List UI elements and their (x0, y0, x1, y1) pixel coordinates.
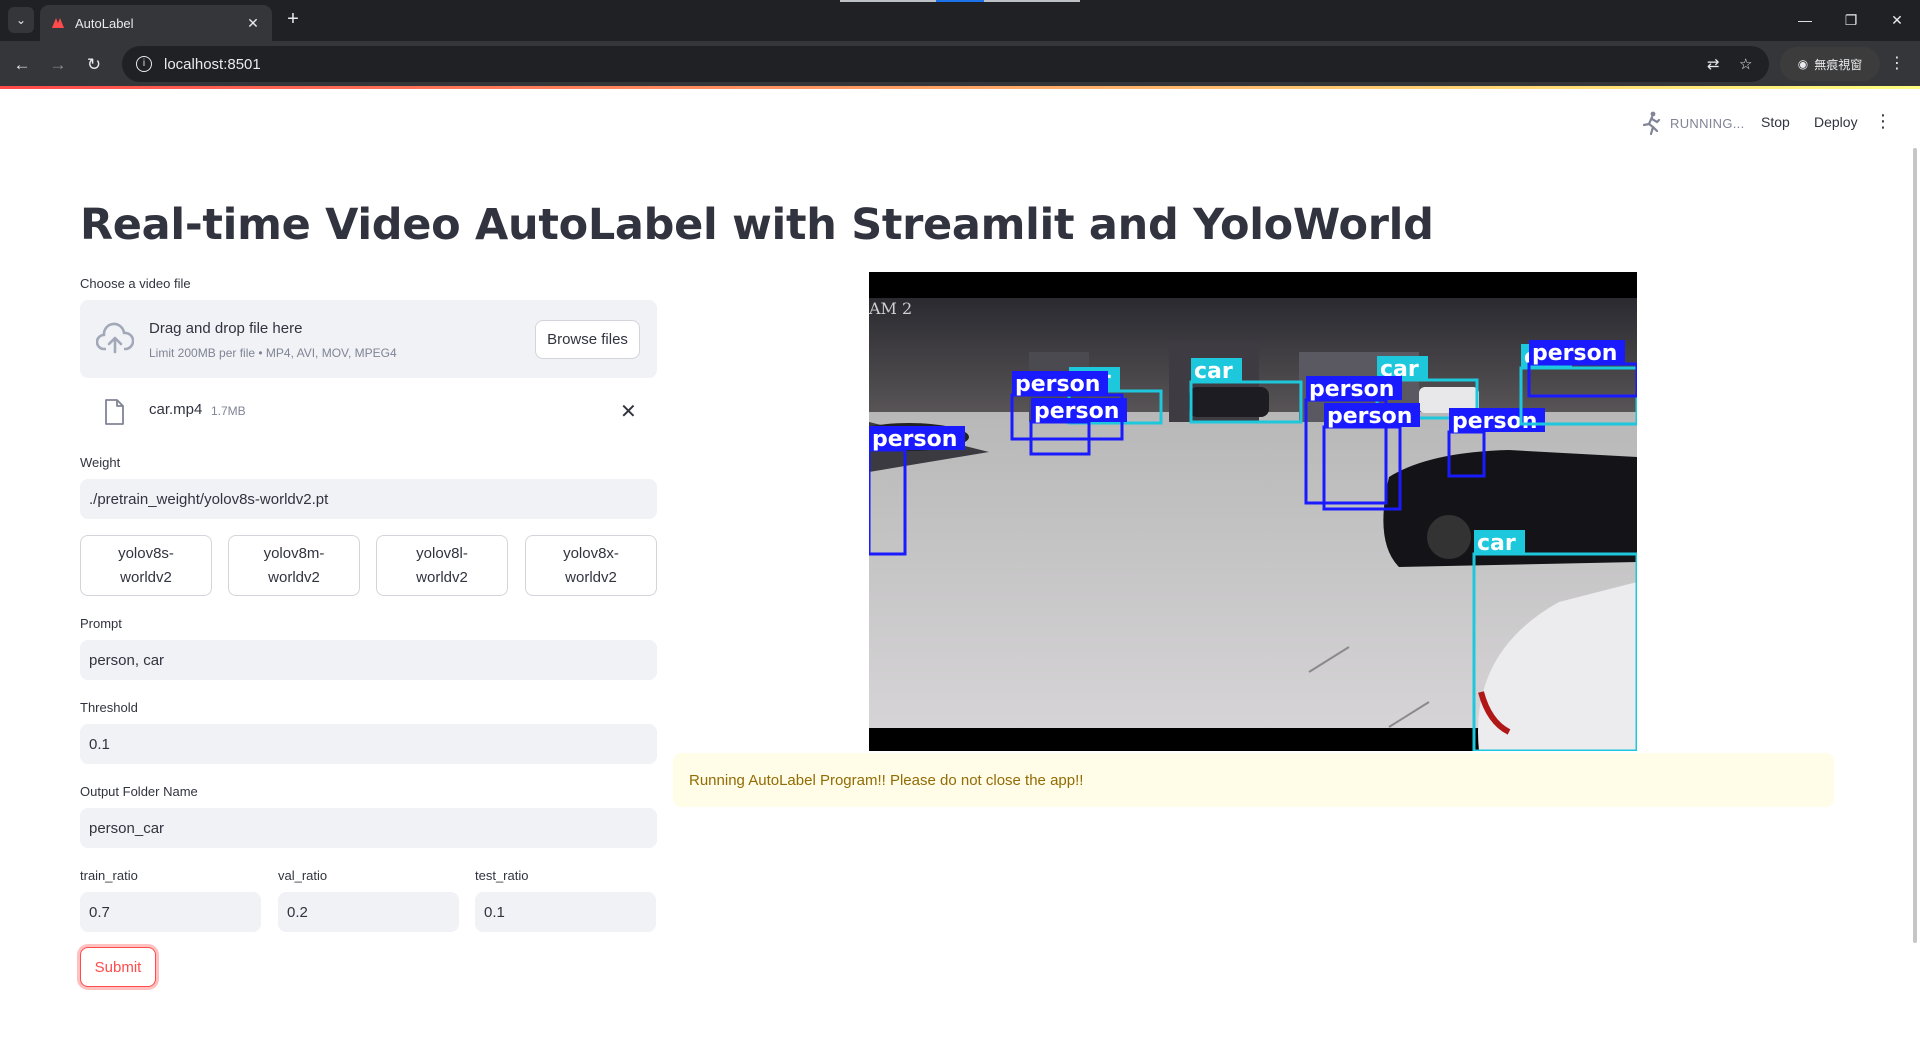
person-detection-label: person (872, 427, 957, 452)
val-ratio-label: val_ratio (278, 868, 328, 883)
address-bar[interactable]: i localhost:8501 ⇄ ☆ (122, 46, 1769, 82)
model-button-label: worldv2 (268, 568, 320, 586)
incognito-profile-button[interactable]: ◉ 無痕視窗 (1780, 47, 1880, 81)
val-ratio-input[interactable]: 0.2 (278, 892, 459, 932)
page-scrollbar-thumb[interactable] (1913, 148, 1917, 943)
incognito-label: 無痕視窗 (1814, 57, 1863, 72)
file-dropzone[interactable]: Drag and drop file here Limit 200MB per … (80, 300, 657, 378)
output-folder-input[interactable]: person_car (80, 808, 657, 848)
model-button-yolov8x[interactable]: yolov8x- worldv2 (525, 535, 657, 596)
video-frame-image: AM 2 carcarcarpersonpersonpersonpersonpe… (869, 272, 1637, 751)
forward-button[interactable]: → (45, 52, 71, 78)
file-size: 1.7MB (211, 404, 246, 418)
tab-group-indicator (840, 0, 936, 2)
url-text: localhost:8501 (164, 55, 261, 73)
video-frame: AM 2 carcarcarpersonpersonpersonpersonpe… (869, 272, 1637, 751)
output-folder-label: Output Folder Name (80, 784, 198, 799)
car-detection-label: car (1194, 359, 1233, 384)
person-detection-label: person (1532, 341, 1617, 366)
tab-group-indicator-active (936, 0, 984, 2)
page-title: Real-time Video AutoLabel with Streamlit… (80, 200, 1434, 250)
file-icon (105, 399, 124, 425)
tab-title: AutoLabel (75, 15, 134, 31)
tab-close-icon[interactable]: ✕ (244, 15, 262, 32)
model-button-yolov8l[interactable]: yolov8l- worldv2 (376, 535, 508, 596)
threshold-input[interactable]: 0.1 (80, 724, 657, 764)
submit-button[interactable]: Submit (80, 947, 156, 987)
model-button-label: yolov8m- (263, 544, 325, 562)
prompt-input[interactable]: person, car (80, 640, 657, 680)
reload-button[interactable]: ↻ (81, 52, 107, 78)
tab-search-button[interactable]: ⌄ (8, 7, 34, 33)
person-detection-label: person (1452, 409, 1537, 434)
file-limit-text: Limit 200MB per file • MP4, AVI, MOV, MP… (149, 346, 397, 360)
train-ratio-input[interactable]: 0.7 (80, 892, 261, 932)
model-button-yolov8s[interactable]: yolov8s- worldv2 (80, 535, 212, 596)
warning-alert: Running AutoLabel Program!! Please do no… (673, 753, 1834, 807)
bookmark-star-icon[interactable]: ☆ (1739, 46, 1752, 82)
browser-toolbar: ← → ↻ i localhost:8501 ⇄ ☆ ◉ 無痕視窗 ⋮ (0, 41, 1920, 88)
model-button-label: worldv2 (565, 568, 617, 586)
cloud-upload-icon (96, 322, 134, 354)
threshold-label: Threshold (80, 700, 138, 715)
translate-icon[interactable]: ⇄ (1707, 46, 1720, 82)
drag-drop-text: Drag and drop file here (149, 320, 303, 337)
restore-window-button[interactable]: ❐ (1828, 8, 1874, 32)
file-name: car.mp4 (149, 401, 203, 418)
new-tab-button[interactable]: + (281, 8, 305, 32)
browser-tab[interactable]: AutoLabel ✕ (40, 5, 272, 41)
model-button-label: yolov8l- (416, 544, 468, 562)
tab-group-indicator (984, 0, 1080, 2)
model-button-label: yolov8x- (563, 544, 619, 562)
person-detection-label: person (1327, 404, 1412, 429)
streamlit-favicon-icon (52, 18, 64, 28)
car-detection-label: car (1477, 531, 1516, 556)
close-window-button[interactable]: ✕ (1874, 8, 1920, 32)
test-ratio-input[interactable]: 0.1 (475, 892, 656, 932)
tab-strip: ⌄ AutoLabel ✕ + — ❐ ✕ (0, 0, 1920, 41)
minimize-window-button[interactable]: — (1782, 8, 1828, 32)
model-button-yolov8m[interactable]: yolov8m- worldv2 (228, 535, 360, 596)
model-button-label: yolov8s- (118, 544, 174, 562)
prompt-label: Prompt (80, 616, 122, 631)
uploaded-file: car.mp4 1.7MB ✕ (80, 390, 657, 432)
chevron-down-icon: ⌄ (15, 13, 27, 27)
status-text: RUNNING... (1670, 115, 1745, 131)
browser-chrome: ⌄ AutoLabel ✕ + — ❐ ✕ ← → ↻ i localhost:… (0, 0, 1920, 89)
app-header: RUNNING... Stop Deploy ⋮ (0, 89, 1920, 159)
uploader-label: Choose a video file (80, 276, 191, 291)
person-detection-label: person (1309, 377, 1394, 402)
back-button[interactable]: ← (9, 52, 35, 78)
main-menu-icon[interactable]: ⋮ (1874, 111, 1892, 132)
train-ratio-label: train_ratio (80, 868, 138, 883)
deploy-button[interactable]: Deploy (1814, 114, 1858, 130)
running-man-icon (1642, 111, 1661, 135)
model-button-label: worldv2 (120, 568, 172, 586)
browse-files-button[interactable]: Browse files (535, 320, 640, 359)
remove-file-icon[interactable]: ✕ (620, 399, 637, 424)
video-overlay-text: AM 2 (869, 299, 912, 318)
model-button-label: worldv2 (416, 568, 468, 586)
weight-input[interactable]: ./pretrain_weight/yolov8s-worldv2.pt (80, 479, 657, 519)
person-detection-label: person (1034, 399, 1119, 424)
person-detection-label: person (1015, 372, 1100, 397)
incognito-icon: ◉ (1797, 57, 1809, 71)
test-ratio-label: test_ratio (475, 868, 529, 883)
site-info-icon[interactable]: i (136, 56, 152, 72)
stop-button[interactable]: Stop (1761, 114, 1790, 130)
browser-menu-icon[interactable]: ⋮ (1887, 53, 1907, 73)
running-status: RUNNING... (1640, 111, 1745, 135)
weight-label: Weight (80, 455, 121, 470)
